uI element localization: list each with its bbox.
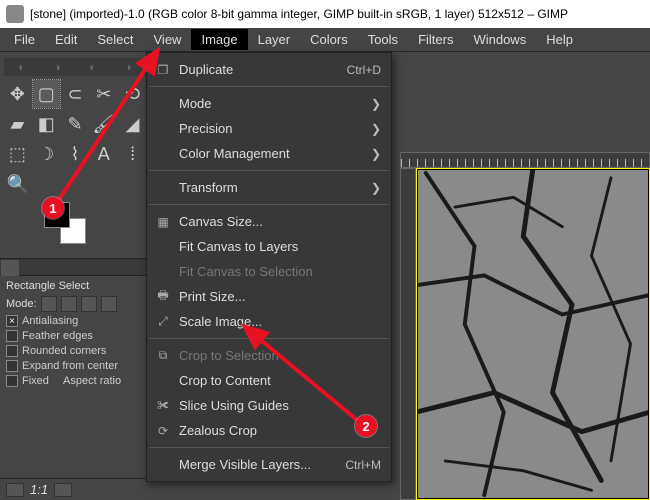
separator	[149, 170, 389, 171]
zoom-tool-icon[interactable]: 🔍	[4, 170, 32, 198]
rounded-checkbox[interactable]	[6, 345, 18, 357]
picker-tool-icon[interactable]: ⁞	[119, 140, 146, 168]
status-nav-icon[interactable]	[54, 483, 72, 497]
window-titlebar: [stone] (imported)-1.0 (RGB color 8-bit …	[0, 0, 650, 28]
menu-color-management[interactable]: Color Management❯	[147, 141, 391, 166]
menu-view[interactable]: View	[144, 29, 192, 50]
menu-crop-content[interactable]: Crop to Content	[147, 368, 391, 393]
brush-tool-icon[interactable]: 🖌	[90, 110, 117, 138]
tool-options-title: Rectangle Select	[6, 280, 144, 292]
chevron-right-icon: ❯	[371, 122, 381, 136]
print-size-icon: 🖶	[155, 289, 171, 305]
menu-print-size[interactable]: 🖶Print Size...	[147, 284, 391, 309]
move-tool-icon[interactable]: ✥	[4, 80, 31, 108]
chevron-right-icon: ❯	[371, 181, 381, 195]
annotation-badge-1: 1	[42, 197, 64, 219]
rounded-label: Rounded corners	[22, 345, 106, 357]
menu-layer[interactable]: Layer	[248, 29, 301, 50]
chevron-right-icon: ❯	[371, 147, 381, 161]
path-tool-icon[interactable]: ⌇	[62, 140, 89, 168]
menu-file[interactable]: File	[4, 29, 45, 50]
zealous-icon: ⟳	[155, 423, 171, 439]
slice-icon: ✀	[155, 398, 171, 414]
menu-crop-selection: ⧉Crop to Selection	[147, 343, 391, 368]
canvas-size-icon: ▦	[155, 214, 171, 230]
status-strip: 1:1	[0, 478, 150, 500]
separator	[149, 338, 389, 339]
expand-label: Expand from center	[22, 360, 118, 372]
menu-canvas-size[interactable]: ▦Canvas Size...	[147, 209, 391, 234]
crop-tool-icon[interactable]: ✂	[90, 80, 117, 108]
transform-tool-icon[interactable]: ⟲	[119, 80, 146, 108]
horizontal-ruler	[400, 152, 650, 168]
menu-scale-image[interactable]: ⤢Scale Image...	[147, 309, 391, 334]
feather-checkbox[interactable]	[6, 330, 18, 342]
status-btn-icon[interactable]	[6, 483, 24, 497]
menu-slice-guides[interactable]: ✀Slice Using Guides	[147, 393, 391, 418]
toolbox-decor: ◐◑◐◑	[4, 58, 146, 76]
mode-replace-icon[interactable]	[41, 296, 57, 312]
clone-tool-icon[interactable]: ⬚	[4, 140, 31, 168]
menu-fit-canvas-layers[interactable]: Fit Canvas to Layers	[147, 234, 391, 259]
duplicate-icon: ❐	[155, 62, 171, 78]
pencil-tool-icon[interactable]: ✎	[62, 110, 89, 138]
menu-colors[interactable]: Colors	[300, 29, 358, 50]
menu-edit[interactable]: Edit	[45, 29, 87, 50]
zoom-label[interactable]: 1:1	[30, 482, 48, 497]
free-select-tool-icon[interactable]: ⊂	[62, 80, 89, 108]
separator	[149, 447, 389, 448]
dock-tab-icon[interactable]	[1, 260, 19, 276]
mode-label: Mode:	[6, 298, 37, 310]
menu-image[interactable]: Image	[191, 29, 247, 50]
left-dock: ◐◑◐◑ ✥ ▢ ⊂ ✂ ⟲ ▰ ◧ ✎ 🖌 ◢ ⬚ ☽ ⌇ A ⁞	[0, 52, 150, 500]
menu-precision[interactable]: Precision❯	[147, 116, 391, 141]
menu-transform[interactable]: Transform❯	[147, 175, 391, 200]
antialiasing-checkbox[interactable]	[6, 315, 18, 327]
mode-intersect-icon[interactable]	[101, 296, 117, 312]
fixed-label: Fixed	[22, 375, 49, 387]
menu-filters[interactable]: Filters	[408, 29, 463, 50]
gradient-tool-icon[interactable]: ◧	[33, 110, 60, 138]
menu-zealous-crop[interactable]: ⟳Zealous Crop	[147, 418, 391, 443]
annotation-badge-2: 2	[355, 415, 377, 437]
mode-subtract-icon[interactable]	[81, 296, 97, 312]
toolbox: ◐◑◐◑ ✥ ▢ ⊂ ✂ ⟲ ▰ ◧ ✎ 🖌 ◢ ⬚ ☽ ⌇ A ⁞	[0, 52, 150, 258]
bucket-tool-icon[interactable]: ▰	[4, 110, 31, 138]
menu-help[interactable]: Help	[536, 29, 583, 50]
fixed-checkbox[interactable]	[6, 375, 18, 387]
text-tool-icon[interactable]: A	[90, 140, 117, 168]
antialiasing-label: Antialiasing	[22, 315, 78, 327]
menubar: File Edit Select View Image Layer Colors…	[0, 28, 650, 52]
menu-merge-visible[interactable]: Merge Visible Layers...Ctrl+M	[147, 452, 391, 477]
image-menu-dropdown: ❐DuplicateCtrl+D Mode❯ Precision❯ Color …	[146, 52, 392, 482]
menu-tools[interactable]: Tools	[358, 29, 408, 50]
menu-windows[interactable]: Windows	[463, 29, 536, 50]
app-icon	[6, 5, 24, 23]
tool-options: Rectangle Select Mode: Antialiasing Feat…	[0, 276, 150, 394]
mode-row: Mode:	[6, 296, 144, 312]
separator	[149, 86, 389, 87]
mode-add-icon[interactable]	[61, 296, 77, 312]
vertical-ruler	[400, 168, 416, 500]
dock-tabs	[0, 258, 150, 276]
eraser-tool-icon[interactable]: ◢	[119, 110, 146, 138]
scale-icon: ⤢	[155, 314, 171, 330]
cracked-texture-icon	[416, 168, 650, 500]
feather-label: Feather edges	[22, 330, 93, 342]
menu-mode[interactable]: Mode❯	[147, 91, 391, 116]
canvas-image[interactable]	[416, 168, 650, 500]
crop-icon: ⧉	[155, 348, 171, 364]
separator	[149, 204, 389, 205]
smudge-tool-icon[interactable]: ☽	[33, 140, 60, 168]
window-title: [stone] (imported)-1.0 (RGB color 8-bit …	[30, 7, 568, 21]
chevron-right-icon: ❯	[371, 97, 381, 111]
menu-duplicate[interactable]: ❐DuplicateCtrl+D	[147, 57, 391, 82]
fixed-value[interactable]: Aspect ratio	[63, 375, 121, 387]
menu-fit-canvas-selection: Fit Canvas to Selection	[147, 259, 391, 284]
menu-select[interactable]: Select	[87, 29, 143, 50]
expand-checkbox[interactable]	[6, 360, 18, 372]
rect-select-tool-icon[interactable]: ▢	[33, 80, 60, 108]
